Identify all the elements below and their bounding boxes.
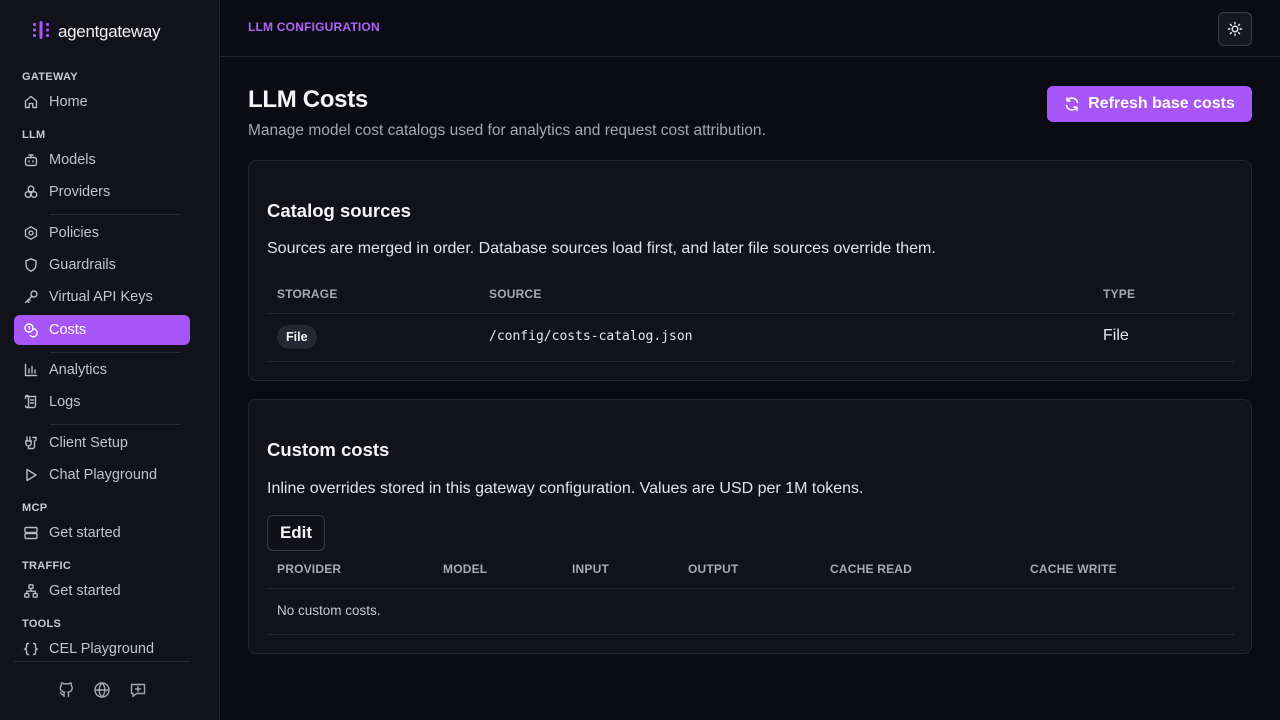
plug-icon xyxy=(25,436,37,450)
sidebar-item-label: Get started xyxy=(49,525,121,541)
sidebar-item-client-setup[interactable]: Client Setup xyxy=(14,428,190,458)
sidebar-item-models[interactable]: Models xyxy=(14,145,190,175)
section-label-llm: LLM xyxy=(22,129,46,141)
network-icon xyxy=(24,584,38,598)
column-header-source: SOURCE xyxy=(489,287,542,301)
source-path: /config/costs-catalog.json xyxy=(489,329,693,344)
column-header-model: MODEL xyxy=(443,562,488,576)
sidebar-item-traffic-get-started[interactable]: Get started xyxy=(14,576,190,606)
breadcrumb: LLM CONFIGURATION xyxy=(248,20,380,34)
catalog-sources-title: Catalog sources xyxy=(267,200,411,221)
nav-divider xyxy=(50,214,181,215)
brand-name: agentgateway xyxy=(58,22,161,41)
column-header-type: TYPE xyxy=(1103,287,1136,301)
server-icon xyxy=(24,526,38,540)
table-divider xyxy=(267,588,1234,589)
sidebar-item-label: Home xyxy=(49,94,88,110)
custom-costs-description: Inline overrides stored in this gateway … xyxy=(267,480,864,497)
sidebar-item-label: Get started xyxy=(49,583,121,599)
column-header-cache-write: CACHE WRITE xyxy=(1030,562,1117,576)
sidebar-item-label: Costs xyxy=(49,322,87,338)
sidebar-item-label: Chat Playground xyxy=(49,467,158,483)
braces-icon xyxy=(23,642,39,656)
sidebar-item-home[interactable]: Home xyxy=(14,87,190,117)
storage-badge: File xyxy=(277,325,317,349)
sidebar-item-label: Analytics xyxy=(49,362,108,378)
section-label-mcp: MCP xyxy=(22,502,48,514)
sidebar-item-label: CEL Playground xyxy=(49,641,155,657)
column-header-storage: STORAGE xyxy=(277,287,338,301)
column-header-input: INPUT xyxy=(572,562,609,576)
sidebar-item-chat-playground[interactable]: Chat Playground xyxy=(14,460,190,490)
sidebar-item-providers[interactable]: Providers xyxy=(14,177,190,207)
top-bar: LLM CONFIGURATION xyxy=(220,0,1280,57)
sidebar-item-label: Policies xyxy=(49,225,99,241)
refresh-base-costs-button[interactable]: Refresh base costs xyxy=(1047,86,1252,122)
github-icon[interactable] xyxy=(57,681,75,699)
custom-costs-title: Custom costs xyxy=(267,439,390,460)
sidebar: agentgateway GATEWAY Home LLM Models Pro… xyxy=(0,0,220,720)
sidebar-item-analytics[interactable]: Analytics xyxy=(14,355,190,385)
table-divider xyxy=(267,361,1234,362)
table-divider xyxy=(267,313,1234,314)
shield-icon xyxy=(25,258,37,272)
sidebar-item-label: Providers xyxy=(49,184,111,200)
catalog-sources-card: Catalog sources Sources are merged in or… xyxy=(248,160,1252,381)
refresh-button-label: Refresh base costs xyxy=(1088,95,1235,112)
agentgateway-logo-icon xyxy=(32,20,50,45)
edit-custom-costs-button[interactable]: Edit xyxy=(267,515,325,551)
section-label-gateway: GATEWAY xyxy=(22,71,78,83)
sidebar-item-guardrails[interactable]: Guardrails xyxy=(14,250,190,280)
sidebar-item-mcp-get-started[interactable]: Get started xyxy=(14,518,190,548)
nav-divider xyxy=(50,424,181,425)
feedback-icon[interactable] xyxy=(129,681,147,699)
sidebar-item-label: Guardrails xyxy=(49,257,116,273)
key-icon xyxy=(24,290,38,304)
sidebar-item-cel-playground[interactable]: CEL Playground xyxy=(14,634,190,664)
sidebar-item-label: Client Setup xyxy=(49,435,128,451)
sun-icon xyxy=(1227,21,1243,37)
sidebar-item-label: Virtual API Keys xyxy=(49,289,153,305)
catalog-sources-description: Sources are merged in order. Database so… xyxy=(267,240,936,257)
column-header-provider: PROVIDER xyxy=(277,562,342,576)
sidebar-footer-divider xyxy=(14,661,190,662)
table-divider xyxy=(267,634,1234,635)
coins-icon xyxy=(24,323,38,338)
page-title: LLM Costs xyxy=(248,86,368,113)
section-label-traffic: TRAFFIC xyxy=(22,560,72,572)
theme-toggle-button[interactable] xyxy=(1218,12,1252,46)
sidebar-item-virtual-api-keys[interactable]: Virtual API Keys xyxy=(14,282,190,312)
column-header-output: OUTPUT xyxy=(688,562,739,576)
play-icon xyxy=(26,468,37,482)
brand-logo[interactable]: agentgateway xyxy=(32,20,161,45)
providers-icon xyxy=(24,185,38,198)
page-subtitle: Manage model cost catalogs used for anal… xyxy=(248,122,766,139)
home-icon xyxy=(24,95,38,109)
globe-icon[interactable] xyxy=(93,681,111,699)
column-header-cache-read: CACHE READ xyxy=(830,562,913,576)
policies-icon xyxy=(24,225,38,241)
nav-divider xyxy=(50,352,181,353)
source-type: File xyxy=(1103,327,1129,344)
bot-icon xyxy=(24,154,38,167)
sidebar-item-label: Logs xyxy=(49,394,81,410)
bar-chart-icon xyxy=(24,363,38,377)
sidebar-item-logs[interactable]: Logs xyxy=(14,387,190,417)
empty-state-text: No custom costs. xyxy=(277,603,381,618)
sidebar-item-policies[interactable]: Policies xyxy=(14,218,190,248)
section-label-tools: TOOLS xyxy=(22,618,62,630)
custom-costs-card: Custom costs Inline overrides stored in … xyxy=(248,399,1252,654)
sidebar-item-label: Models xyxy=(49,152,96,168)
refresh-icon xyxy=(1065,97,1079,111)
sidebar-item-costs[interactable]: Costs xyxy=(14,315,190,345)
scroll-icon xyxy=(24,394,37,409)
